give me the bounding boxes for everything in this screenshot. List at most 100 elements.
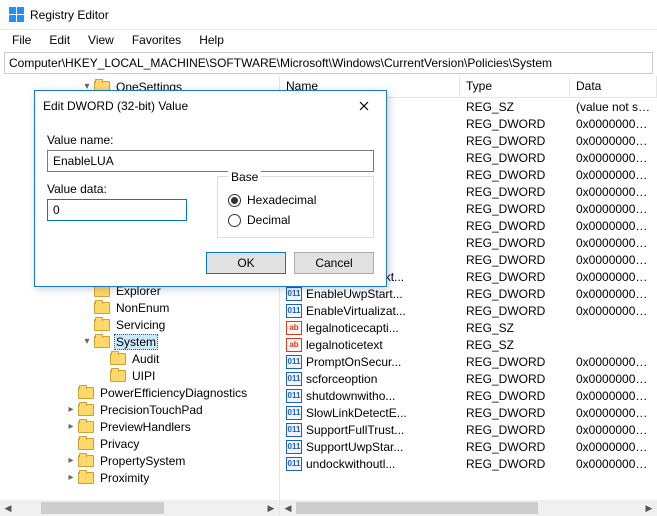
- value-data: 0x00000001 (1): [570, 304, 657, 318]
- value-data: 0x00000001 (1): [570, 253, 657, 267]
- radio-dec-label: Decimal: [247, 213, 290, 227]
- radio-dec-icon: [228, 214, 241, 227]
- value-data: 0x00000002 (2): [570, 287, 657, 301]
- cancel-button[interactable]: Cancel: [294, 252, 374, 274]
- tree-item-label: Privacy: [100, 437, 139, 451]
- tree-item-label: NonEnum: [116, 301, 169, 315]
- value-name: EnableVirtualizat...: [306, 304, 406, 318]
- folder-icon: [78, 421, 94, 433]
- list-row[interactable]: 011scforceoptionREG_DWORD0x00000000 (0): [280, 370, 657, 387]
- close-icon[interactable]: [350, 96, 378, 116]
- tree-item[interactable]: ▸ Proximity: [0, 469, 279, 486]
- chevron-right-icon[interactable]: ▸: [64, 404, 78, 415]
- value-type: REG_DWORD: [460, 134, 570, 148]
- value-type: REG_DWORD: [460, 355, 570, 369]
- string-value-icon: ab: [286, 321, 302, 335]
- tree-item[interactable]: UIPI: [0, 367, 279, 384]
- tree-item-label: UIPI: [132, 369, 155, 383]
- value-name: scforceoption: [306, 372, 377, 386]
- value-data: 0x00000001 (1): [570, 457, 657, 471]
- list-row[interactable]: ablegalnoticecapti...REG_SZ: [280, 319, 657, 336]
- base-legend: Base: [228, 170, 261, 184]
- folder-icon: [110, 353, 126, 365]
- menu-help[interactable]: Help: [191, 31, 232, 49]
- menu-favorites[interactable]: Favorites: [124, 31, 189, 49]
- value-data-label: Value data:: [47, 182, 197, 196]
- menu-file[interactable]: File: [4, 31, 39, 49]
- radio-hex-icon: [228, 194, 241, 207]
- value-data: 0x00000001 (1): [570, 423, 657, 437]
- dword-value-icon: 011: [286, 355, 302, 369]
- dword-value-icon: 011: [286, 406, 302, 420]
- value-name: PromptOnSecur...: [306, 355, 401, 369]
- value-type: REG_SZ: [460, 321, 570, 335]
- chevron-right-icon[interactable]: ▸: [64, 421, 78, 432]
- tree-item[interactable]: ▸PrecisionTouchPad: [0, 401, 279, 418]
- folder-icon: [94, 319, 110, 331]
- value-type: REG_SZ: [460, 100, 570, 114]
- list-hscroll[interactable]: ◀ ▶: [280, 500, 657, 516]
- folder-icon: [78, 387, 94, 399]
- ok-button[interactable]: OK: [206, 252, 286, 274]
- dialog-title-text: Edit DWORD (32-bit) Value: [43, 99, 188, 113]
- scroll-left-icon[interactable]: ◀: [0, 500, 16, 516]
- chevron-right-icon[interactable]: ▸: [64, 472, 78, 483]
- regedit-app-icon: [8, 7, 24, 23]
- list-row[interactable]: ablegalnoticetextREG_SZ: [280, 336, 657, 353]
- value-type: REG_DWORD: [460, 253, 570, 267]
- value-name-input[interactable]: [47, 150, 374, 172]
- value-type: REG_DWORD: [460, 389, 570, 403]
- list-row[interactable]: 011EnableVirtualizat...REG_DWORD0x000000…: [280, 302, 657, 319]
- folder-icon: [110, 370, 126, 382]
- address-bar[interactable]: Computer\HKEY_LOCAL_MACHINE\SOFTWARE\Mic…: [4, 52, 653, 74]
- dword-value-icon: 011: [286, 423, 302, 437]
- scroll-right-icon[interactable]: ▶: [263, 500, 279, 516]
- tree-item[interactable]: NonEnum: [0, 299, 279, 316]
- list-row[interactable]: 011SupportUwpStar...REG_DWORD0x00000001 …: [280, 438, 657, 455]
- tree-item-label: System: [116, 335, 156, 349]
- tree-item-label: PreviewHandlers: [100, 420, 191, 434]
- list-row[interactable]: 011PromptOnSecur...REG_DWORD0x00000001 (…: [280, 353, 657, 370]
- dword-value-icon: 011: [286, 389, 302, 403]
- radio-hex-label: Hexadecimal: [247, 193, 316, 207]
- col-data[interactable]: Data: [570, 76, 657, 97]
- tree-item[interactable]: Servicing: [0, 316, 279, 333]
- list-row[interactable]: 011shutdownwitho...REG_DWORD0x00000001 (…: [280, 387, 657, 404]
- tree-item[interactable]: ▸PropertySystem: [0, 452, 279, 469]
- value-data-input[interactable]: [47, 199, 187, 221]
- col-type[interactable]: Type: [460, 76, 570, 97]
- list-row[interactable]: 011EnableUwpStart...REG_DWORD0x00000002 …: [280, 285, 657, 302]
- list-row[interactable]: 011SlowLinkDetectE...REG_DWORD0x00000001…: [280, 404, 657, 421]
- value-type: REG_DWORD: [460, 287, 570, 301]
- scroll-right-icon[interactable]: ▶: [641, 500, 657, 516]
- menu-edit[interactable]: Edit: [41, 31, 78, 49]
- value-data: 0x00000001 (1): [570, 440, 657, 454]
- dword-value-icon: 011: [286, 457, 302, 471]
- radio-hex[interactable]: Hexadecimal: [228, 193, 363, 207]
- value-type: REG_DWORD: [460, 117, 570, 131]
- folder-icon: [78, 472, 94, 484]
- chevron-right-icon[interactable]: ▸: [64, 455, 78, 466]
- scroll-left-icon[interactable]: ◀: [280, 500, 296, 516]
- folder-icon: [78, 404, 94, 416]
- folder-icon: [94, 336, 110, 348]
- value-type: REG_DWORD: [460, 236, 570, 250]
- tree-item[interactable]: PowerEfficiencyDiagnostics: [0, 384, 279, 401]
- chevron-down-icon[interactable]: ▾: [80, 336, 94, 347]
- tree-item[interactable]: ▸ PreviewHandlers: [0, 418, 279, 435]
- menu-view[interactable]: View: [80, 31, 122, 49]
- tree-item[interactable]: ▾ System: [0, 333, 279, 350]
- tree-item-label: PowerEfficiencyDiagnostics: [100, 386, 247, 400]
- tree-item[interactable]: Privacy: [0, 435, 279, 452]
- tree-hscroll[interactable]: ◀ ▶: [0, 500, 279, 516]
- tree-item-label: Proximity: [100, 471, 149, 485]
- list-row[interactable]: 011SupportFullTrust...REG_DWORD0x0000000…: [280, 421, 657, 438]
- value-type: REG_DWORD: [460, 219, 570, 233]
- radio-dec[interactable]: Decimal: [228, 213, 363, 227]
- list-row[interactable]: 011undockwithoutl...REG_DWORD0x00000001 …: [280, 455, 657, 472]
- value-name: SupportUwpStar...: [306, 440, 403, 454]
- tree-item[interactable]: Audit: [0, 350, 279, 367]
- value-data: 0x00000003 (3): [570, 134, 657, 148]
- value-name-label: Value name:: [47, 133, 374, 147]
- dialog-titlebar[interactable]: Edit DWORD (32-bit) Value: [35, 91, 386, 121]
